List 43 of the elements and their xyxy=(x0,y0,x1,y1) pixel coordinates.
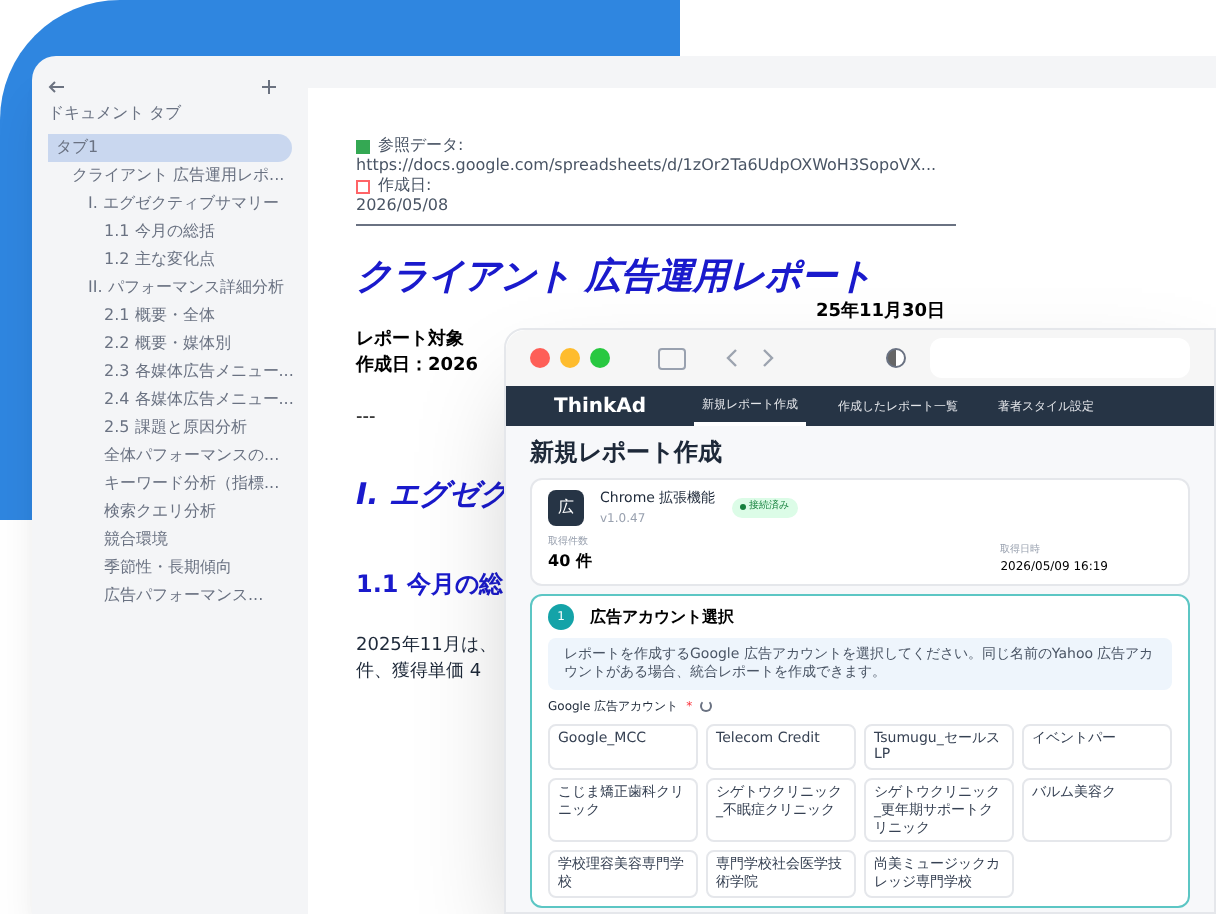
reference-url[interactable]: https://docs.google.com/spreadsheets/d/1zOr2Ta6UdpOXWoH3SopoVX... xyxy=(356,156,956,176)
minimize-button[interactable] xyxy=(560,348,580,368)
count-value: 40 件 xyxy=(548,550,592,574)
sidebar-item[interactable]: 2.5 課題と原因分析 xyxy=(48,414,292,442)
sidebar-item[interactable]: 2.2 概要・媒体別 xyxy=(48,330,292,358)
reference-label: 参照データ: xyxy=(378,136,464,156)
sidebar-item[interactable]: キーワード分析（指標... xyxy=(48,470,292,498)
subsection-heading: 1.1 今月の総 xyxy=(356,567,503,601)
sidebar-item[interactable]: 広告パフォーマンス... xyxy=(48,582,292,610)
document-title: クライアント 広告運用レポート xyxy=(356,254,873,301)
created-date: 2026/05/08 xyxy=(356,196,451,216)
meta-line: レポート対象 xyxy=(356,327,464,353)
zoom-button[interactable] xyxy=(590,348,610,368)
sidebar-item[interactable]: 競合環境 xyxy=(48,526,292,554)
back-icon[interactable] xyxy=(726,348,738,368)
sidebar-item[interactable]: 2.1 概要・全体 xyxy=(48,302,292,330)
brand-logo: ThinkAd xyxy=(554,393,647,421)
extension-logo: 広 xyxy=(548,489,584,526)
sidebar-item[interactable]: タブ1 xyxy=(48,134,292,162)
sidebar-item[interactable]: 季節性・長期傾向 xyxy=(48,554,292,582)
sidebar-item[interactable]: 2.3 各媒体広告メニュー... xyxy=(48,358,292,386)
sidebar-item[interactable]: 2.4 各媒体広告メニュー... xyxy=(48,386,292,414)
sidebar-header: ドキュメント タブ xyxy=(48,102,184,126)
separator-text: --- xyxy=(356,405,376,431)
meta-line: 作成日：2026 xyxy=(356,354,479,380)
period-text: 25年11月30日 xyxy=(816,300,946,326)
refresh-icon[interactable] xyxy=(700,700,713,712)
sidebar-item[interactable]: 検索クエリ分析 xyxy=(48,498,292,526)
sidebar-item[interactable]: クライアント 広告運用レポ... xyxy=(48,162,292,190)
sidebar-toggle-icon[interactable] xyxy=(658,347,686,369)
sidebar-item[interactable]: 1.2 主な変化点 xyxy=(48,246,292,274)
forward-icon[interactable] xyxy=(762,348,774,368)
sidebar-item[interactable]: I. エグゼクティブサマリー xyxy=(48,190,292,218)
section-title: 広告アカウント選択 xyxy=(590,605,734,629)
date-label: 作成日: xyxy=(378,176,432,196)
close-button[interactable] xyxy=(530,348,550,368)
page-heading: 新規レポート作成 xyxy=(530,436,724,470)
add-icon[interactable] xyxy=(262,80,276,94)
sidebar-item[interactable]: II. パフォーマンス詳細分析 xyxy=(48,274,292,302)
paragraph: 2025年11月は、 件、獲得単価 4 xyxy=(356,633,497,686)
sidebar-item[interactable]: 全体パフォーマンスの... xyxy=(48,442,292,470)
sidebar-item[interactable]: 1.1 今月の総括 xyxy=(48,218,292,246)
back-arrow-icon[interactable] xyxy=(48,80,66,94)
